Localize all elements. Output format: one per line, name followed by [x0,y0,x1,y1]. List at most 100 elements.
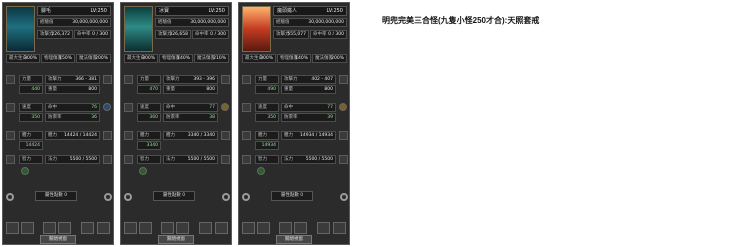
armor-slot-icon[interactable] [6,103,15,112]
cloak-slot-icon[interactable] [221,75,230,84]
exp-row: 經驗值 30,000,000,000 [155,18,229,27]
magic-dmg-row: 魔法傷害 200% [312,54,347,63]
equip-slot-5[interactable] [317,222,330,234]
monster-portrait-icon [6,6,35,52]
equip-slot-5[interactable] [199,222,212,234]
equip-slot-4[interactable] [58,222,71,234]
boots-slot-icon[interactable] [6,155,15,164]
magic-dmg-row: 魔法傷害 200% [76,54,111,63]
belt-slot-icon[interactable] [339,131,348,140]
glove-slot-icon[interactable] [6,131,15,140]
ring-right-icon[interactable] [340,193,348,201]
green-gem-icon [139,167,147,175]
cloak-slot-icon[interactable] [339,75,348,84]
amulet-slot-icon[interactable] [339,103,347,111]
substat-weight: 重量 800 [281,85,336,94]
equip-slot-3[interactable] [43,222,56,234]
equip-slot-1[interactable] [242,222,255,234]
stat-str: 力量 [137,75,161,84]
hit-row: 命中率 0 / 300 [310,30,347,39]
stat-label: 體力 [258,133,267,138]
attack-value: 326,658 [169,32,188,37]
stat-points-value: 0 [182,193,186,198]
stat-value: 350 [31,115,40,120]
stat-spd-value: 360 [137,113,161,122]
stat-value: 14934 [261,143,276,148]
substat-hp: 體力 14424 / 14424 [45,131,100,140]
stat-label: 力量 [140,77,149,82]
close-window-button[interactable]: 關閉視窗 [40,235,76,244]
helmet-slot-icon[interactable] [124,75,133,84]
boots-slot-icon[interactable] [242,155,251,164]
equip-slot-2[interactable] [21,222,34,234]
equip-slot-1[interactable] [124,222,137,234]
substat-hp: 體力 3340 / 3340 [163,131,218,140]
ring-left-icon[interactable] [124,193,132,201]
shield-slot-icon[interactable] [103,155,112,164]
phys-dmg-row: 物理傷害 140% [277,54,311,63]
stat-vit-value: 14424 [19,141,43,150]
helmet-slot-icon[interactable] [6,75,15,84]
equip-slot-3[interactable] [279,222,292,234]
maxhp-value: 300% [142,56,155,61]
substat-value: 800 [206,87,215,92]
stat-points-label: 屬性點數 [280,193,299,198]
ring-left-icon[interactable] [6,193,14,201]
armor-slot-icon[interactable] [242,103,251,112]
shield-slot-icon[interactable] [339,155,348,164]
equip-slot-6[interactable] [215,222,228,234]
ring-left-icon[interactable] [242,193,250,201]
stat-value: 3340 [146,143,158,148]
stat-spd: 速度 [137,103,161,112]
substat-hit: 命中 77 [281,103,336,112]
substat-mp: 法力 5500 / 5500 [163,155,218,164]
equip-slot-1[interactable] [6,222,19,234]
helmet-slot-icon[interactable] [242,75,251,84]
substat-label: 法力 [284,157,293,162]
stat-label: 智力 [22,157,31,162]
phys-dmg-value: 150% [59,56,72,61]
substat-hit: 命中 77 [163,103,218,112]
attack-row: 攻擊力 226,372 [37,30,73,39]
substat-def: 防禦率 38 [163,113,218,122]
equip-slot-4[interactable] [176,222,189,234]
substat-value: 14424 / 14424 [63,133,97,138]
ring-right-icon[interactable] [104,193,112,201]
close-window-button[interactable]: 關閉視窗 [276,235,312,244]
amulet-slot-icon[interactable] [103,103,111,111]
stat-str-value: 490 [255,85,279,94]
equip-slot-6[interactable] [97,222,110,234]
equip-slot-4[interactable] [294,222,307,234]
equip-slot-2[interactable] [257,222,270,234]
stat-points-row: 屬性點數 0 [35,191,77,201]
substat-label: 命中 [284,105,293,110]
hit-label: 命中率 [195,32,209,37]
close-window-button[interactable]: 關閉視窗 [158,235,194,244]
phys-dmg-row: 物理傷害 150% [41,54,75,63]
equip-slot-5[interactable] [81,222,94,234]
cloak-slot-icon[interactable] [103,75,112,84]
green-gem-icon [21,167,29,175]
magic-dmg-value: 210% [213,56,226,61]
ring-right-icon[interactable] [222,193,230,201]
stat-int: 智力 [137,155,161,164]
equip-slot-2[interactable] [139,222,152,234]
armor-slot-icon[interactable] [124,103,133,112]
stat-points-value: 0 [300,193,304,198]
shield-slot-icon[interactable] [221,155,230,164]
equip-slot-3[interactable] [161,222,174,234]
boots-slot-icon[interactable] [124,155,133,164]
stat-points-value: 0 [64,193,68,198]
stat-str-value: 440 [19,85,43,94]
monster-portrait-icon [242,6,271,52]
belt-slot-icon[interactable] [221,131,230,140]
stat-label: 速度 [258,105,267,110]
substat-value: 800 [324,87,333,92]
substat-value: 39 [327,115,333,120]
glove-slot-icon[interactable] [124,131,133,140]
belt-slot-icon[interactable] [103,131,112,140]
glove-slot-icon[interactable] [242,131,251,140]
hit-label: 命中率 [313,32,327,37]
equip-slot-6[interactable] [333,222,346,234]
amulet-slot-icon[interactable] [221,103,229,111]
